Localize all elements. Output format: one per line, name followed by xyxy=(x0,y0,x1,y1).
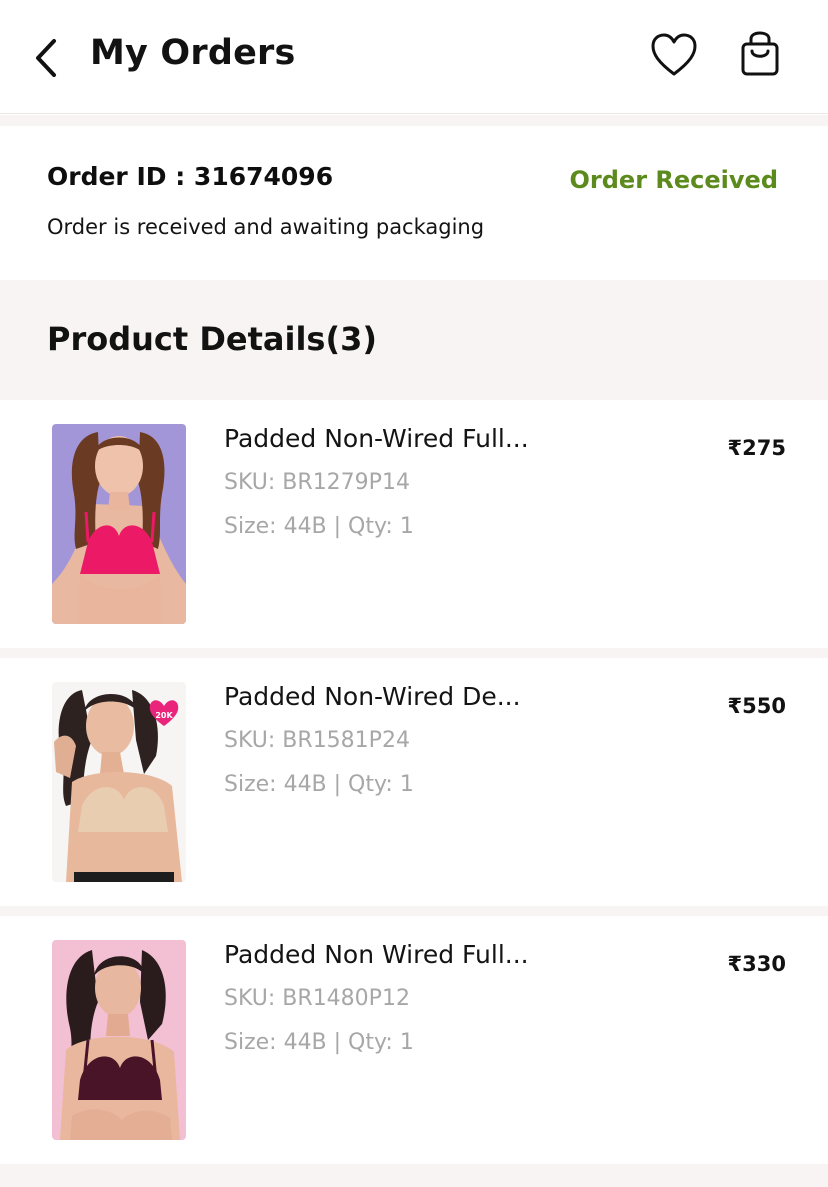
product-badge: 20K xyxy=(155,711,173,720)
product-name[interactable]: Padded Non Wired Full... xyxy=(224,940,529,969)
order-id: Order ID : 31674096 xyxy=(47,162,334,191)
page-title: My Orders xyxy=(90,33,296,73)
heart-icon xyxy=(651,33,697,76)
order-message: Order is received and awaiting packaging xyxy=(47,215,485,239)
product-sku: SKU: BR1279P14 xyxy=(224,470,410,495)
shopping-bag-icon xyxy=(741,31,779,76)
order-status: Order Received xyxy=(569,166,778,194)
divider-band xyxy=(0,906,828,916)
divider-band xyxy=(0,115,828,126)
product-details-title: Product Details(3) xyxy=(47,320,377,358)
product-sku: SKU: BR1480P12 xyxy=(224,986,410,1011)
product-image[interactable]: 20K xyxy=(52,682,186,882)
bag-button[interactable] xyxy=(734,28,786,82)
chevron-left-icon xyxy=(36,39,56,77)
product-name[interactable]: Padded Non-Wired De... xyxy=(224,682,521,711)
order-item[interactable]: Padded Non-Wired Full... SKU: BR1279P14 … xyxy=(0,400,828,648)
product-price: ₹550 xyxy=(727,694,786,718)
back-button[interactable] xyxy=(22,30,72,86)
product-image[interactable] xyxy=(52,424,186,624)
product-price: ₹330 xyxy=(727,952,786,976)
product-sku: SKU: BR1581P24 xyxy=(224,728,410,753)
order-item[interactable]: Padded Non Wired Full... SKU: BR1480P12 … xyxy=(0,916,828,1164)
product-image[interactable] xyxy=(52,940,186,1140)
wishlist-button[interactable] xyxy=(648,30,700,80)
product-name[interactable]: Padded Non-Wired Full... xyxy=(224,424,529,453)
product-size-qty: Size: 44B | Qty: 1 xyxy=(224,514,414,539)
divider-band xyxy=(0,648,828,658)
product-size-qty: Size: 44B | Qty: 1 xyxy=(224,1030,414,1055)
divider-band xyxy=(0,1164,828,1187)
product-price: ₹275 xyxy=(727,436,786,460)
order-item[interactable]: 20K Padded Non-Wired De... SKU: BR1581P2… xyxy=(0,658,828,906)
order-card xyxy=(0,126,828,280)
app-header: My Orders xyxy=(0,0,828,114)
product-size-qty: Size: 44B | Qty: 1 xyxy=(224,772,414,797)
